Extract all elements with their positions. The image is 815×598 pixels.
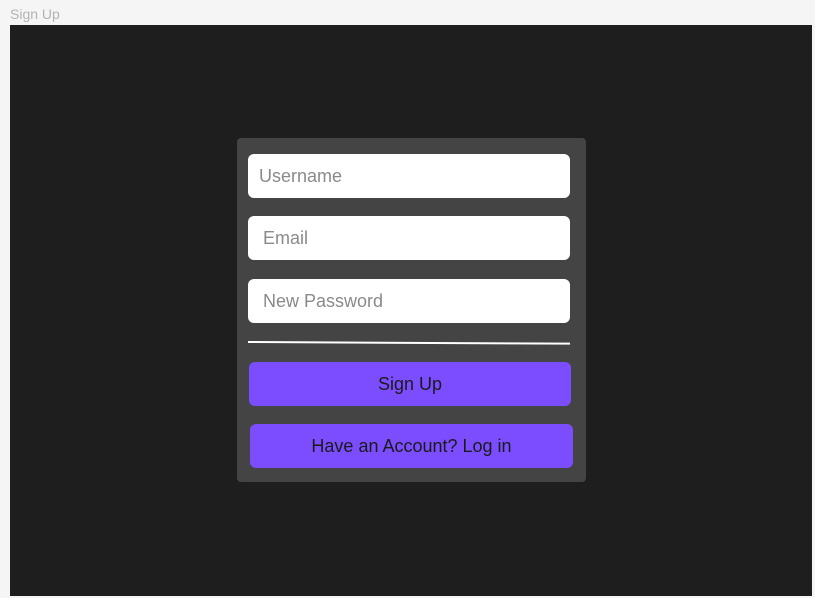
signup-card: Username Email New Password Sign Up Have… bbox=[237, 138, 586, 482]
sign-up-button[interactable]: Sign Up bbox=[249, 362, 571, 406]
username-input[interactable]: Username bbox=[248, 154, 570, 198]
password-placeholder: New Password bbox=[263, 290, 384, 311]
app-canvas: Username Email New Password Sign Up Have… bbox=[10, 25, 812, 596]
form-divider bbox=[247, 341, 571, 345]
email-placeholder: Email bbox=[263, 227, 309, 248]
username-placeholder: Username bbox=[259, 165, 343, 186]
log-in-button[interactable]: Have an Account? Log in bbox=[250, 424, 573, 468]
frame-title: Sign Up bbox=[10, 6, 60, 22]
new-password-input[interactable]: New Password bbox=[248, 279, 570, 323]
email-input[interactable]: Email bbox=[248, 216, 570, 260]
